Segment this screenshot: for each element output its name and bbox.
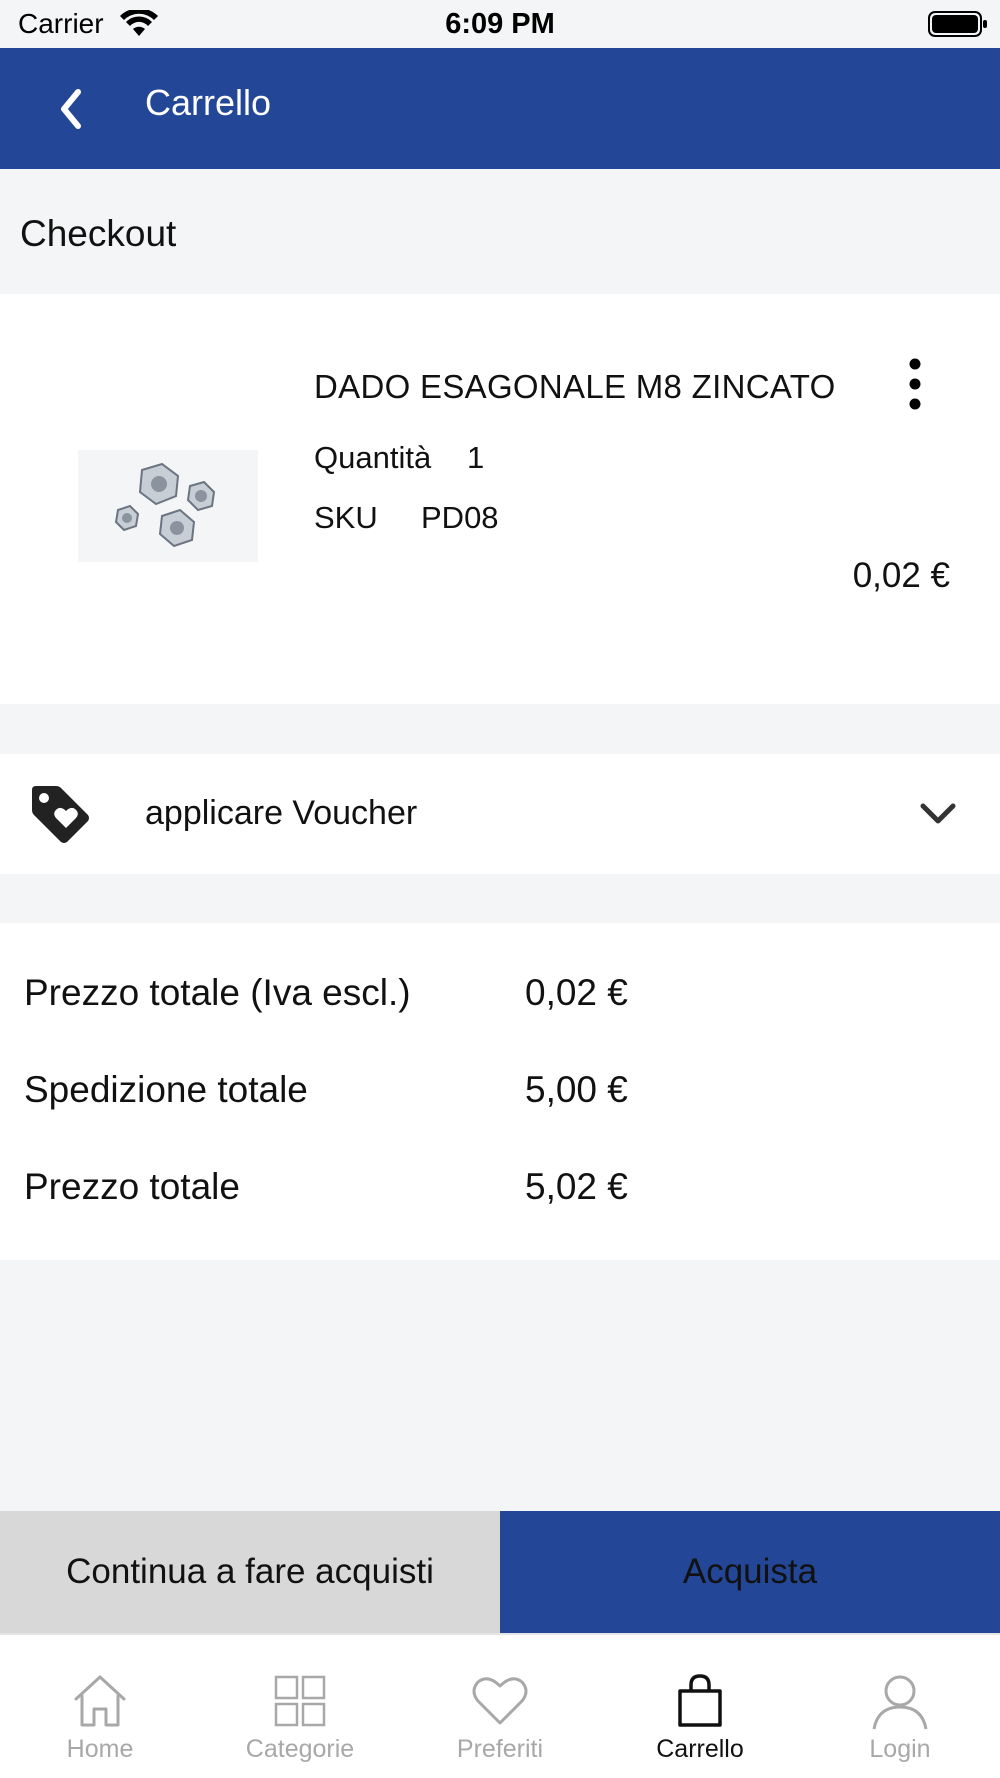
cart-item: DADO ESAGONALE M8 ZINCATO Quantità 1 SKU…: [0, 294, 1000, 704]
total-value: 5,02 €: [525, 1166, 628, 1207]
nav-title: Carrello: [145, 82, 272, 123]
order-summary: Prezzo totale (Iva escl.) 0,02 € Spedizi…: [0, 923, 1000, 1260]
voucher-label: applicare Voucher: [145, 794, 418, 832]
tab-categorie[interactable]: Categorie: [200, 1635, 400, 1778]
grid-icon: [274, 1675, 326, 1727]
subtotal-value: 0,02 €: [525, 972, 628, 1013]
shipping-row: Spedizione totale 5,00 €: [0, 1069, 1000, 1129]
shipping-label: Spedizione totale: [24, 1069, 308, 1110]
chevron-down-icon[interactable]: [918, 798, 958, 830]
shopping-bag-icon: [678, 1674, 722, 1727]
action-bar: Continua a fare acquisti Acquista: [0, 1511, 1000, 1633]
tab-home[interactable]: Home: [0, 1635, 200, 1778]
more-vertical-icon[interactable]: [900, 354, 930, 414]
purchase-button[interactable]: Acquista: [500, 1511, 1000, 1633]
tab-label: Carrello: [656, 1735, 744, 1763]
tab-preferiti[interactable]: Preferiti: [400, 1635, 600, 1778]
shipping-value: 5,00 €: [525, 1069, 628, 1110]
heart-icon: [472, 1677, 528, 1725]
tab-login[interactable]: Login: [800, 1635, 1000, 1778]
product-image: [78, 450, 258, 562]
sku-label: SKU: [314, 500, 378, 535]
tab-bar: Home Categorie Preferiti Carrello Login: [0, 1633, 1000, 1778]
subtotal-row: Prezzo totale (Iva escl.) 0,02 €: [0, 972, 1000, 1032]
subtotal-label: Prezzo totale (Iva escl.): [24, 972, 411, 1013]
sku-value: PD08: [421, 500, 499, 535]
total-label: Prezzo totale: [24, 1166, 240, 1207]
total-row: Prezzo totale 5,02 €: [0, 1166, 1000, 1226]
tab-carrello[interactable]: Carrello: [600, 1635, 800, 1778]
checkout-header: Checkout: [0, 169, 1000, 294]
clock: 6:09 PM: [445, 8, 555, 40]
tab-label: Login: [869, 1735, 931, 1763]
home-icon: [74, 1675, 126, 1727]
tab-label: Categorie: [245, 1735, 355, 1763]
nav-bar: Carrello: [0, 48, 1000, 169]
battery-icon: [928, 11, 987, 37]
quantity-value: 1: [467, 440, 485, 475]
user-icon: [872, 1675, 928, 1730]
product-name[interactable]: DADO ESAGONALE M8 ZINCATO: [314, 368, 836, 406]
back-chevron-icon[interactable]: [56, 84, 86, 134]
tab-label: Home: [66, 1735, 134, 1763]
tab-label: Preferiti: [456, 1735, 544, 1763]
continue-shopping-button[interactable]: Continua a fare acquisti: [0, 1511, 500, 1633]
tag-heart-icon: [32, 786, 89, 843]
voucher-toggle[interactable]: applicare Voucher: [0, 754, 1000, 874]
quantity-label: Quantità: [314, 440, 432, 475]
page-title: Checkout: [20, 213, 177, 254]
product-price: 0,02 €: [852, 556, 950, 595]
status-bar: Carrier 6:09 PM: [0, 0, 1000, 48]
